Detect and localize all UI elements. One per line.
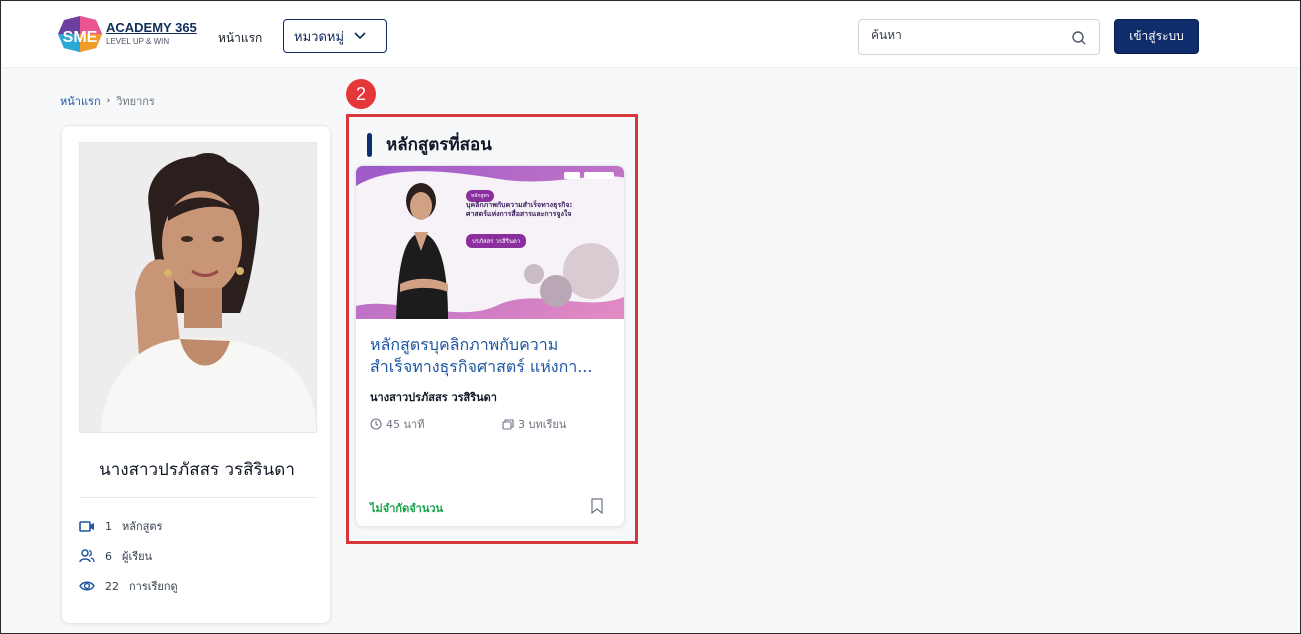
category-dropdown[interactable]: หมวดหมู่ [283, 19, 387, 53]
stat-learners-label: ผู้เรียน [122, 550, 153, 563]
site-logo[interactable]: SME ACADEMY 365 LEVEL UP & WIN [58, 14, 208, 54]
top-header: SME ACADEMY 365 LEVEL UP & WIN หน้าแรก ห… [2, 2, 1299, 68]
courses-section-title: หลักสูตรที่สอน [367, 131, 492, 158]
search-box [858, 19, 1100, 55]
title-accent-bar [367, 132, 372, 157]
stat-courses-value: 1 [105, 519, 112, 533]
category-label: หมวดหมู่ [294, 29, 345, 45]
breadcrumb-separator: › [106, 96, 111, 106]
logo-mark-icon: SME [58, 16, 102, 52]
nav-home-link[interactable]: หน้าแรก [218, 29, 262, 48]
course-thumbnail[interactable]: หลักสูตร บุคลิกภาพกับความสำเร็จทางธุรกิจ… [356, 166, 624, 319]
stat-courses-label: หลักสูตร [122, 520, 163, 533]
thumbnail-title: บุคลิกภาพกับความสำเร็จทางธุรกิจ: ศาสตร์แ… [466, 201, 573, 218]
course-title-line2: สำเร็จทางธุรกิจศาสตร์ แห่งกา... [370, 357, 593, 376]
profile-divider [79, 497, 317, 498]
thumbnail-presenter: ปรภัสสร วรสิรินดา [466, 234, 527, 248]
eye-icon [79, 581, 95, 591]
course-availability: ไม่จำกัดจำนวน [370, 502, 444, 515]
video-camera-icon [79, 521, 94, 532]
login-button[interactable]: เข้าสู่ระบบ [1114, 19, 1199, 54]
chevron-down-icon [354, 32, 366, 40]
annotation-number-badge: 2 [346, 79, 376, 109]
course-title-line1: หลักสูตรบุคลิกภาพกับความ [370, 335, 559, 354]
search-icon[interactable] [1071, 30, 1087, 46]
instructor-photo [79, 142, 317, 433]
course-card[interactable]: หลักสูตร บุคลิกภาพกับความสำเร็จทางธุรกิจ… [355, 165, 625, 527]
stat-views-value: 22 [105, 579, 119, 593]
instructor-name: นางสาวปรภัสสร วรสิรินดา [99, 460, 295, 480]
stat-learners-value: 6 [105, 549, 112, 563]
bookmark-icon[interactable] [590, 498, 604, 514]
course-lessons-text: 3 บทเรียน [518, 418, 567, 431]
stat-learners: 6 ผู้เรียน [79, 547, 152, 565]
logo-tagline: LEVEL UP & WIN [106, 37, 170, 46]
breadcrumb-home[interactable]: หน้าแรก [60, 92, 101, 110]
lessons-stack-icon [502, 419, 514, 430]
stat-courses: 1 หลักสูตร [79, 517, 162, 535]
search-input[interactable] [871, 28, 1061, 42]
stat-views: 22 การเรียกดู [79, 577, 178, 595]
course-instructor: นางสาวปรภัสสร วรสิรินดา [370, 391, 497, 404]
logo-name: ACADEMY 365 [106, 20, 197, 35]
course-lessons: 3 บทเรียน [502, 415, 566, 433]
breadcrumb: หน้าแรก › วิทยากร [60, 92, 155, 110]
svg-text:SME: SME [63, 29, 98, 46]
instructor-profile-card: นางสาวปรภัสสร วรสิรินดา 1 หลักสูตร 6 ผู้… [61, 125, 331, 624]
course-duration: 45 นาที [370, 415, 424, 433]
course-title[interactable]: หลักสูตรบุคลิกภาพกับความ สำเร็จทางธุรกิจ… [370, 334, 620, 378]
breadcrumb-current: วิทยากร [116, 95, 155, 108]
users-icon [79, 549, 95, 563]
page-frame: SME ACADEMY 365 LEVEL UP & WIN หน้าแรก ห… [0, 0, 1301, 634]
stat-views-label: การเรียกดู [129, 580, 178, 593]
courses-section-heading: หลักสูตรที่สอน [386, 135, 492, 155]
course-duration-text: 45 นาที [386, 418, 425, 431]
clock-icon [370, 418, 382, 430]
